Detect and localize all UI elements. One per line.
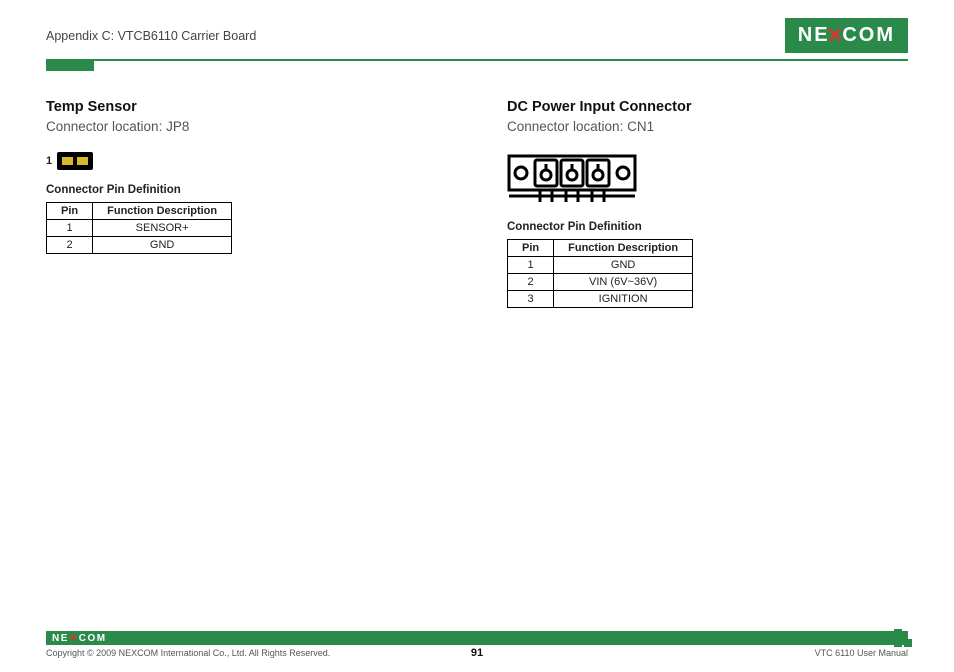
footer-logo: NE✕COM xyxy=(52,633,107,644)
th-pin: Pin xyxy=(47,203,93,220)
logo-left: NE xyxy=(798,24,830,47)
logo-right: COM xyxy=(842,24,895,47)
footer-meta: Copyright © 2009 NEXCOM International Co… xyxy=(46,648,908,658)
appendix-title: Appendix C: VTCB6110 Carrier Board xyxy=(46,29,256,43)
th-func: Function Description xyxy=(554,240,693,257)
footer-dots-icon xyxy=(894,629,912,647)
table-row: 2 GND xyxy=(47,237,232,254)
pin1-label: 1 xyxy=(46,155,52,167)
jp8-diagram: 1 xyxy=(46,152,93,170)
temp-sensor-location: Connector location: JP8 xyxy=(46,119,447,134)
table-row: 2 VIN (6V~36V) xyxy=(508,274,693,291)
page-number: 91 xyxy=(471,647,483,659)
dc-power-title: DC Power Input Connector xyxy=(507,99,908,115)
cn1-table-caption: Connector Pin Definition xyxy=(507,221,908,233)
table-row: 1 SENSOR+ xyxy=(47,220,232,237)
page-content: Temp Sensor Connector location: JP8 1 Co… xyxy=(0,71,954,308)
copyright-text: Copyright © 2009 NEXCOM International Co… xyxy=(46,648,330,658)
jp8-connector-icon xyxy=(57,152,93,170)
cn1-pin-table: Pin Function Description 1 GND 2 VIN (6V… xyxy=(507,239,693,308)
manual-name: VTC 6110 User Manual xyxy=(815,648,908,658)
page-header: Appendix C: VTCB6110 Carrier Board NE ✕ … xyxy=(0,0,954,59)
nexcom-logo: NE ✕ COM xyxy=(785,18,908,53)
side-tab-accent xyxy=(46,59,94,71)
pad-icon xyxy=(76,156,89,166)
right-column: DC Power Input Connector Connector locat… xyxy=(507,99,908,308)
temp-sensor-title: Temp Sensor xyxy=(46,99,447,115)
logo-x-icon: ✕ xyxy=(69,633,79,644)
page-footer: NE✕COM Copyright © 2009 NEXCOM Internati… xyxy=(0,631,954,658)
header-rule xyxy=(46,59,908,61)
table-row: 3 IGNITION xyxy=(508,291,693,308)
dc-power-location: Connector location: CN1 xyxy=(507,119,908,134)
cn1-connector-icon xyxy=(507,152,637,207)
jp8-table-caption: Connector Pin Definition xyxy=(46,184,447,196)
pad-icon xyxy=(61,156,74,166)
footer-bar: NE✕COM xyxy=(46,631,908,645)
left-column: Temp Sensor Connector location: JP8 1 Co… xyxy=(46,99,447,308)
th-pin: Pin xyxy=(508,240,554,257)
cn1-diagram xyxy=(507,152,908,207)
jp8-pin-table: Pin Function Description 1 SENSOR+ 2 GND xyxy=(46,202,232,254)
table-row: 1 GND xyxy=(508,257,693,274)
th-func: Function Description xyxy=(93,203,232,220)
